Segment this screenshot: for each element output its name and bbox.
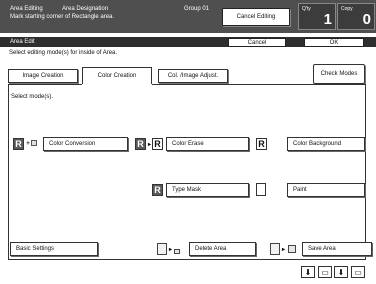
color-erase-button[interactable]: Color Erase	[166, 137, 249, 151]
cancel-editing-button[interactable]: Cancel Editing	[222, 8, 290, 26]
tab-image-creation[interactable]: Image Creation	[8, 69, 78, 83]
group-label: Group 01	[184, 6, 210, 12]
r-erase-result-icon: R	[152, 138, 163, 150]
save-area-button[interactable]: Save Area	[302, 242, 372, 256]
paint-button[interactable]: Paint	[287, 183, 365, 197]
delete-area-button[interactable]: Delete Area	[189, 242, 256, 256]
area-designation-label: Area Designation	[62, 6, 109, 12]
header-title-line: Area Editing Area Designation	[10, 6, 126, 12]
color-conversion-button[interactable]: Color Conversion	[43, 137, 128, 151]
save-target-icon	[288, 245, 296, 253]
tab-col-image-adjust[interactable]: Col. /Image Adjust.	[158, 69, 228, 83]
area-editing-label: Area Editing	[10, 6, 43, 12]
image-icon	[31, 140, 37, 146]
paint-sample-icon	[256, 183, 266, 196]
r-type-mask-icon: R	[152, 184, 163, 196]
copy-display: Copy 0	[337, 3, 375, 30]
document-icon	[157, 243, 167, 255]
type-mask-button[interactable]: Type Mask	[166, 183, 249, 197]
scroll-down-icon[interactable]: ⬇	[334, 266, 348, 278]
document-icon	[270, 243, 280, 255]
quantity-display: Q'ty 1	[298, 3, 336, 30]
select-modes-label: Select mode(s).	[11, 94, 54, 100]
r-background-icon: R	[256, 138, 267, 150]
arrow-right-icon: ▸	[168, 246, 172, 253]
qty-value: 1	[323, 11, 332, 28]
r-erase-source-icon: R	[135, 138, 146, 150]
scroll-down-icon[interactable]: ⬇	[301, 266, 315, 278]
qty-label: Q'ty	[302, 6, 311, 12]
cancel-button[interactable]: Cancel	[228, 38, 286, 47]
tab-color-creation[interactable]: Color Creation	[82, 67, 152, 84]
copy-label: Copy	[341, 6, 353, 12]
ok-button[interactable]: OK	[304, 38, 364, 47]
scroll-page-icon[interactable]: ▭	[351, 266, 365, 278]
scroll-up-icon[interactable]: ▭	[318, 266, 332, 278]
check-modes-button[interactable]: Check Modes	[313, 64, 365, 84]
color-background-button[interactable]: Color Background	[287, 137, 365, 151]
arrow-right-icon: ▸	[281, 246, 285, 253]
mode-panel	[8, 84, 366, 260]
basic-settings-button[interactable]: Basic Settings	[10, 242, 98, 256]
editing-mode-instruction: Select editing mode(s) for inside of Are…	[9, 50, 118, 56]
erase-result-icon	[174, 249, 180, 254]
copy-value: 0	[362, 11, 371, 28]
area-edit-label: Area Edit	[10, 39, 35, 45]
r-source-icon: R	[13, 138, 24, 150]
header-instruction: Mark starting corner of Rectangle area.	[10, 14, 115, 20]
